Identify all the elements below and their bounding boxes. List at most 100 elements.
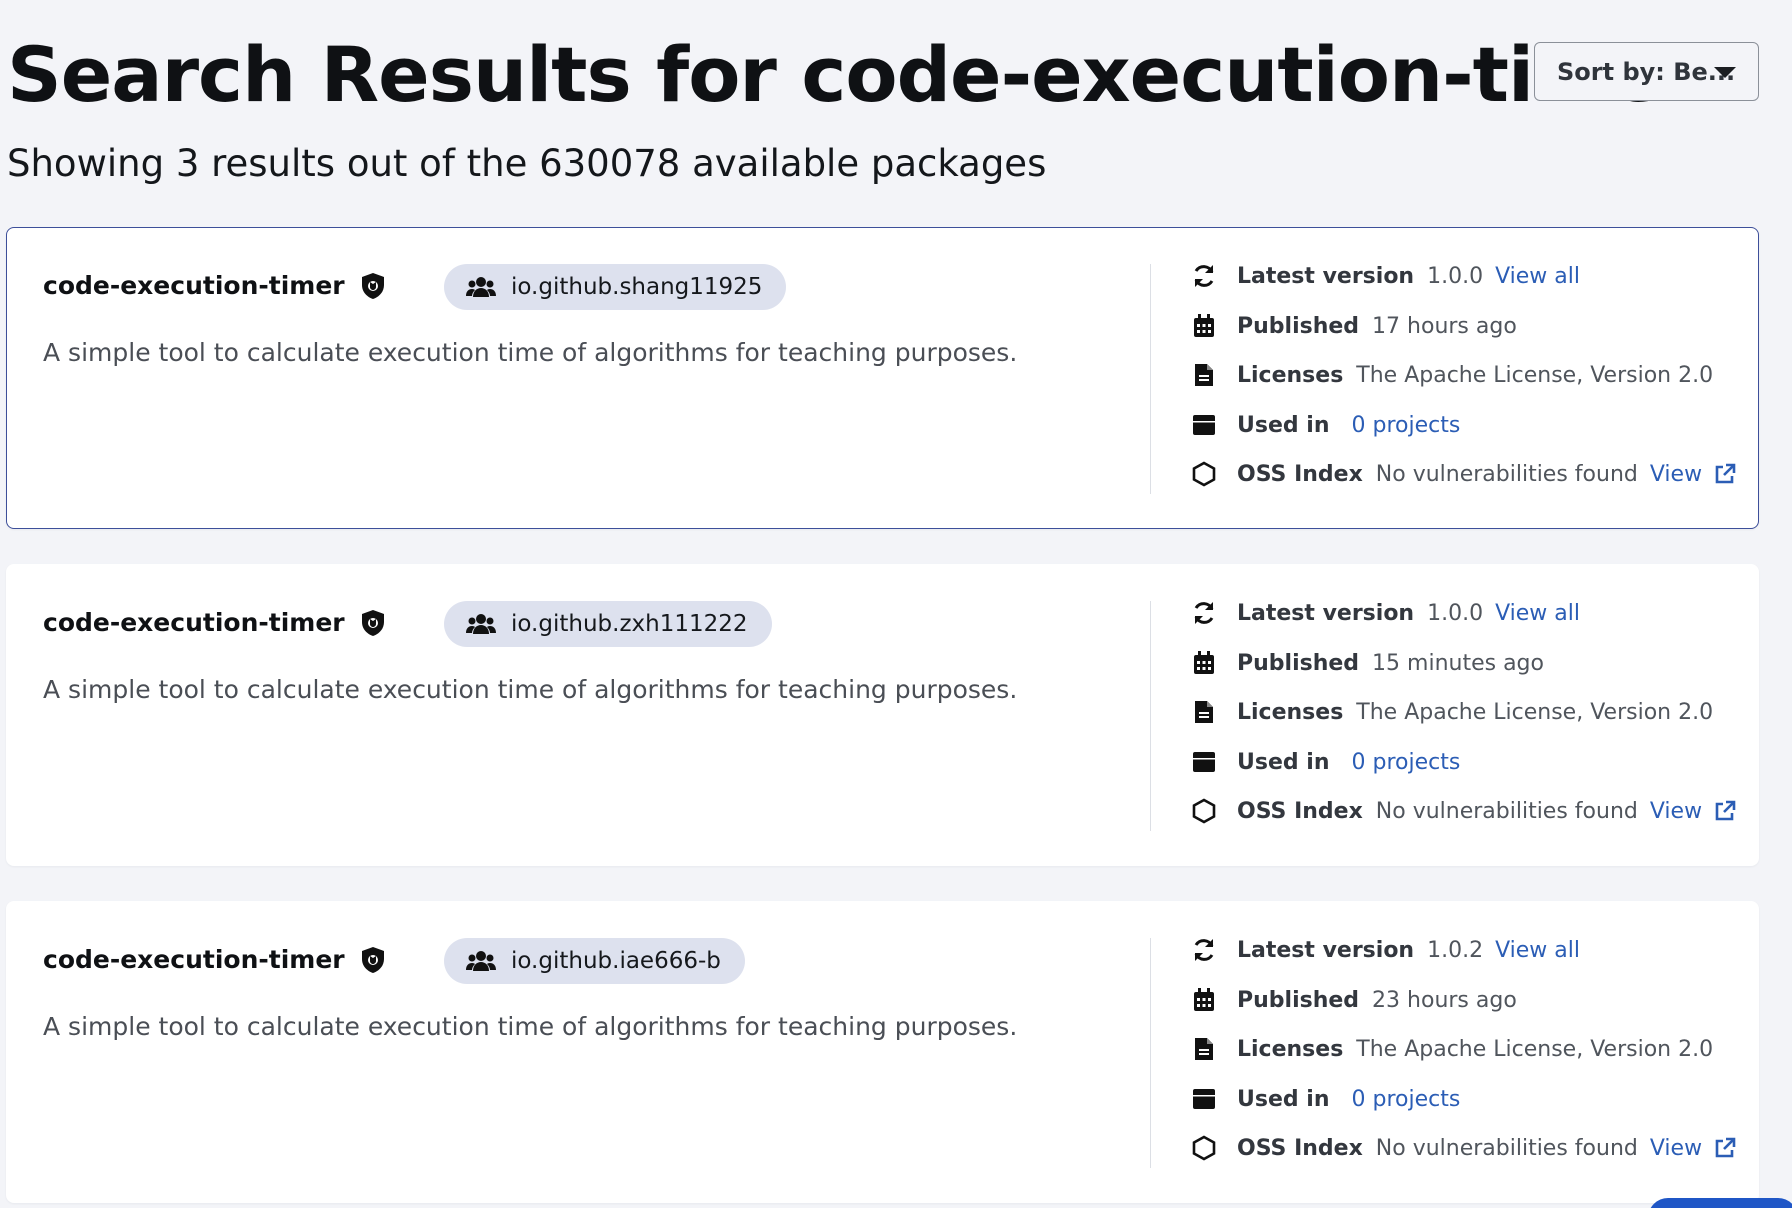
licenses-row: Licenses The Apache License, Version 2.0: [1189, 692, 1725, 732]
published-label: Published: [1237, 987, 1360, 1013]
oss-index-label: OSS Index: [1237, 798, 1363, 824]
oss-index-label: OSS Index: [1237, 1135, 1363, 1161]
used-in-row: Used in 0 projects: [1189, 405, 1460, 445]
oss-index-label: OSS Index: [1237, 461, 1363, 487]
shield-icon: [362, 273, 384, 299]
oss-status-value: No vulnerabilities found: [1375, 1135, 1638, 1161]
licenses-row: Licenses The Apache License, Version 2.0: [1189, 355, 1725, 395]
shield-icon: [362, 610, 384, 636]
results-header: Search Results for code-execution-timer …: [0, 0, 1792, 200]
latest-version-label: Latest version: [1237, 937, 1415, 963]
users-icon: [466, 277, 496, 297]
hexagon-icon: [1192, 1135, 1216, 1161]
latest-version-value: 1.0.2: [1427, 937, 1484, 963]
card-divider: [1150, 938, 1151, 1168]
card-divider: [1150, 264, 1151, 494]
floating-action-button[interactable]: [1648, 1198, 1792, 1208]
latest-version-value: 1.0.0: [1427, 263, 1484, 289]
view-all-link[interactable]: View all: [1495, 938, 1580, 963]
view-all-link[interactable]: View all: [1495, 264, 1580, 289]
group-chip[interactable]: io.github.zxh111222: [444, 601, 772, 647]
published-label: Published: [1237, 650, 1360, 676]
result-card[interactable]: code-execution-timer io.github.iae666-b …: [6, 901, 1759, 1203]
license-value: The Apache License, Version 2.0: [1356, 1036, 1714, 1062]
caret-down-icon: [1714, 67, 1736, 78]
oss-status-value: No vulnerabilities found: [1375, 461, 1638, 487]
box-icon: [1193, 752, 1215, 772]
published-row: Published 17 hours ago: [1189, 306, 1529, 346]
refresh-icon: [1194, 602, 1214, 624]
used-in-label: Used in: [1237, 412, 1330, 438]
used-in-row: Used in 0 projects: [1189, 1079, 1460, 1119]
hexagon-icon: [1192, 461, 1216, 487]
group-id: io.github.zxh111222: [511, 611, 748, 637]
published-value: 15 minutes ago: [1372, 650, 1544, 676]
external-link-icon[interactable]: [1714, 800, 1736, 822]
oss-status-value: No vulnerabilities found: [1375, 798, 1638, 824]
latest-version-row: Latest version 1.0.2 View all: [1189, 930, 1580, 970]
external-link-icon[interactable]: [1714, 1137, 1736, 1159]
oss-index-row: OSS Index No vulnerabilities found View: [1189, 454, 1736, 494]
oss-view-link[interactable]: View: [1650, 462, 1702, 487]
package-name[interactable]: code-execution-timer: [43, 271, 345, 300]
oss-index-row: OSS Index No vulnerabilities found View: [1189, 1128, 1736, 1168]
sort-label: Sort by: Be...: [1557, 57, 1736, 86]
package-description: A simple tool to calculate execution tim…: [43, 675, 1018, 704]
package-name[interactable]: code-execution-timer: [43, 608, 345, 637]
calendar-icon: [1194, 651, 1214, 674]
latest-version-value: 1.0.0: [1427, 600, 1484, 626]
group-id: io.github.shang11925: [511, 274, 763, 300]
license-value: The Apache License, Version 2.0: [1356, 362, 1714, 388]
published-label: Published: [1237, 313, 1360, 339]
refresh-icon: [1194, 265, 1214, 287]
licenses-label: Licenses: [1237, 362, 1344, 388]
oss-view-link[interactable]: View: [1650, 799, 1702, 824]
package-name[interactable]: code-execution-timer: [43, 945, 345, 974]
published-value: 23 hours ago: [1372, 987, 1517, 1013]
package-description: A simple tool to calculate execution tim…: [43, 338, 1018, 367]
shield-icon: [362, 947, 384, 973]
results-summary: Showing 3 results out of the 630078 avai…: [7, 142, 1047, 185]
calendar-icon: [1194, 988, 1214, 1011]
card-divider: [1150, 601, 1151, 831]
users-icon: [466, 614, 496, 634]
view-all-link[interactable]: View all: [1495, 601, 1580, 626]
external-link-icon[interactable]: [1714, 463, 1736, 485]
used-in-link[interactable]: 0 projects: [1352, 413, 1461, 438]
license-value: The Apache License, Version 2.0: [1356, 699, 1714, 725]
licenses-label: Licenses: [1237, 1036, 1344, 1062]
published-value: 17 hours ago: [1372, 313, 1517, 339]
licenses-row: Licenses The Apache License, Version 2.0: [1189, 1029, 1725, 1069]
box-icon: [1193, 1089, 1215, 1109]
file-icon: [1195, 701, 1213, 723]
sort-dropdown[interactable]: Sort by: Be...: [1534, 42, 1759, 101]
group-chip[interactable]: io.github.iae666-b: [444, 938, 745, 984]
used-in-row: Used in 0 projects: [1189, 742, 1460, 782]
latest-version-label: Latest version: [1237, 263, 1415, 289]
result-card[interactable]: code-execution-timer io.github.shang1192…: [6, 227, 1759, 529]
box-icon: [1193, 415, 1215, 435]
published-row: Published 15 minutes ago: [1189, 643, 1556, 683]
file-icon: [1195, 364, 1213, 386]
group-chip[interactable]: io.github.shang11925: [444, 264, 787, 310]
licenses-label: Licenses: [1237, 699, 1344, 725]
calendar-icon: [1194, 314, 1214, 337]
file-icon: [1195, 1038, 1213, 1060]
used-in-link[interactable]: 0 projects: [1352, 750, 1461, 775]
used-in-label: Used in: [1237, 749, 1330, 775]
latest-version-row: Latest version 1.0.0 View all: [1189, 593, 1580, 633]
latest-version-row: Latest version 1.0.0 View all: [1189, 256, 1580, 296]
published-row: Published 23 hours ago: [1189, 980, 1529, 1020]
users-icon: [466, 951, 496, 971]
latest-version-label: Latest version: [1237, 600, 1415, 626]
oss-index-row: OSS Index No vulnerabilities found View: [1189, 791, 1736, 831]
hexagon-icon: [1192, 798, 1216, 824]
package-description: A simple tool to calculate execution tim…: [43, 1012, 1018, 1041]
refresh-icon: [1194, 939, 1214, 961]
page-title: Search Results for code-execution-timer: [7, 30, 1699, 119]
used-in-label: Used in: [1237, 1086, 1330, 1112]
oss-view-link[interactable]: View: [1650, 1136, 1702, 1161]
group-id: io.github.iae666-b: [511, 948, 721, 974]
used-in-link[interactable]: 0 projects: [1352, 1087, 1461, 1112]
result-card[interactable]: code-execution-timer io.github.zxh111222…: [6, 564, 1759, 866]
